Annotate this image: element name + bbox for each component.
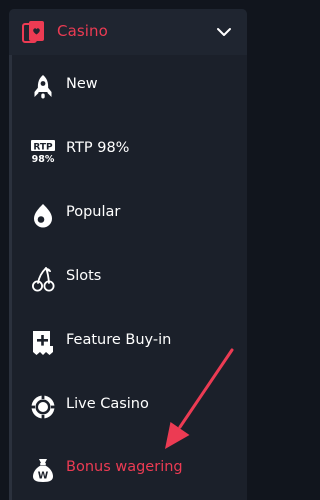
money-bag-icon: W [33, 459, 53, 482]
menu-item-label: Popular [66, 204, 121, 220]
menu-item-bonus-wagering[interactable]: W Bonus wagering [9, 442, 247, 498]
svg-text:W: W [38, 471, 49, 482]
menu-item-live-casino[interactable]: Live Casino [9, 379, 247, 435]
menu-item-label: Slots [66, 268, 102, 284]
casino-section-header[interactable]: Casino [9, 9, 247, 55]
menu-item-new[interactable]: New [9, 59, 247, 115]
cherries-icon [32, 267, 55, 292]
menu-item-popular[interactable]: Popular [9, 187, 247, 243]
menu-item-label: Feature Buy-in [66, 332, 172, 348]
poker-chip-icon [31, 395, 55, 419]
ticket-plus-icon [33, 331, 53, 355]
rocket-icon [34, 75, 52, 99]
rtp-badge-icon: RTP 98% [31, 140, 55, 165]
flame-drop-icon [34, 204, 52, 228]
menu-item-feature-buy-in[interactable]: Feature Buy-in [9, 315, 247, 371]
menu-item-slots[interactable]: Slots [9, 251, 247, 307]
menu-item-label: Bonus wagering [66, 459, 183, 475]
casino-menu-panel: Casino New RTP 98% RTP 98% Popular Slots… [9, 9, 247, 500]
svg-text:98%: 98% [32, 154, 55, 165]
section-title: Casino [57, 22, 108, 40]
menu-item-rtp-98[interactable]: RTP 98% RTP 98% [9, 123, 247, 179]
menu-item-label: New [66, 76, 98, 92]
menu-item-label: Live Casino [66, 396, 149, 412]
chevron-down-icon[interactable] [216, 26, 232, 38]
svg-text:RTP: RTP [33, 142, 53, 152]
casino-cards-icon [22, 21, 44, 43]
menu-item-label: RTP 98% [66, 140, 130, 156]
